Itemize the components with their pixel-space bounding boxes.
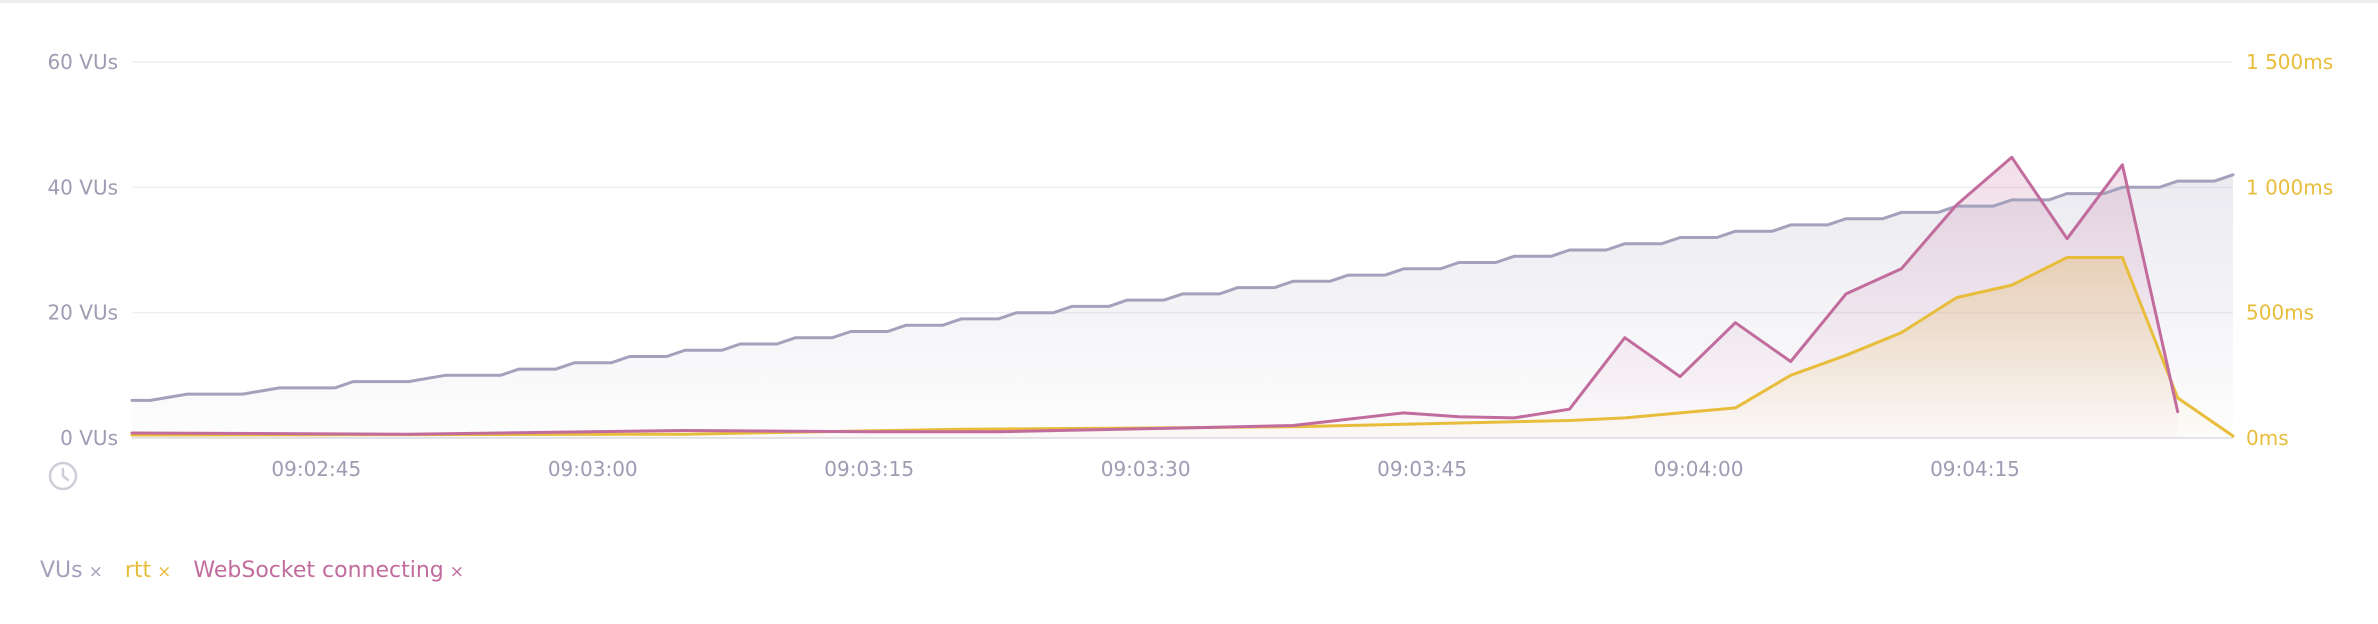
y-right-tick-label: 1 500ms <box>2246 50 2333 74</box>
y-right-tick-label: 500ms <box>2246 301 2314 325</box>
y-right-tick-label: 1 000ms <box>2246 175 2333 199</box>
x-tick-label: 09:03:45 <box>1377 457 1467 481</box>
y-tick-label: 20 VUs <box>47 301 118 325</box>
y-tick-label: 60 VUs <box>47 50 118 74</box>
legend-item-rtt[interactable]: rtt × <box>125 558 172 583</box>
y-tick-label: 40 VUs <box>47 175 118 199</box>
x-tick-label: 09:03:30 <box>1101 457 1191 481</box>
y-axis-left: 0 VUs 20 VUs 40 VUs 60 VUs <box>47 50 118 450</box>
legend-label: WebSocket connecting <box>193 558 444 583</box>
legend-item-websocket-connecting[interactable]: WebSocket connecting × <box>193 558 464 583</box>
legend-item-vus[interactable]: VUs × <box>40 558 103 583</box>
clock-icon[interactable] <box>48 461 78 491</box>
y-axis-right: 0ms 500ms 1 000ms 1 500ms <box>2246 50 2333 450</box>
series-areas <box>132 157 2233 439</box>
close-icon[interactable]: × <box>89 562 103 582</box>
x-tick-label: 09:04:00 <box>1654 457 1744 481</box>
x-axis: 09:02:45 09:03:00 09:03:15 09:03:30 09:03:45… <box>271 457 2020 481</box>
y-right-tick-label: 0ms <box>2246 426 2289 450</box>
close-icon[interactable]: × <box>450 562 464 582</box>
legend-label: VUs <box>40 558 83 583</box>
x-tick-label: 09:03:00 <box>548 457 638 481</box>
close-icon[interactable]: × <box>157 562 171 582</box>
y-tick-label: 0 VUs <box>60 426 118 450</box>
legend-label: rtt <box>124 558 152 583</box>
x-tick-label: 09:03:15 <box>824 457 914 481</box>
legend: VUs × rtt × WebSocket connecting × <box>40 558 464 583</box>
chart[interactable]: 0 VUs 20 VUs 40 VUs 60 VUs 0ms 500ms 1 000ms 1… <box>0 0 2378 624</box>
x-tick-label: 09:02:45 <box>271 457 361 481</box>
x-tick-label: 09:04:15 <box>1930 457 2020 481</box>
